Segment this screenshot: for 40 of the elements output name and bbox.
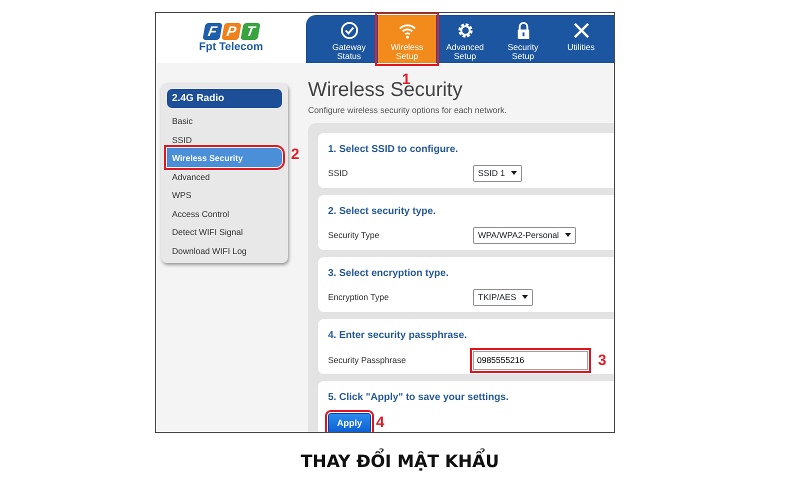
check-circle-icon [340,21,358,40]
sidebar-item[interactable]: Access Control [167,204,282,222]
step-number: 3 [598,352,606,368]
sidebar-item[interactable]: Advanced [167,166,282,185]
field-label: Security Type [328,228,380,242]
section-heading: 1. Select SSID to configure. [328,142,460,157]
logo-letter: P [221,23,241,40]
page-title: Wireless Security [308,80,464,100]
field-label: Security Passphrase [328,354,407,366]
field-label: Encryption Type [328,290,390,304]
section-heading: 3. Select encryption type. [328,266,450,281]
section-heading: 4. Enter security passphrase. [328,328,468,343]
page-subtitle: Configure wireless security options for each network. [308,104,508,117]
caret-icon [522,295,528,300]
caret-icon [510,171,517,176]
dropdown[interactable]: SSID 1 [473,164,522,182]
section-heading: 5. Click "Apply" to save your settings. [328,390,510,405]
sidebar-item[interactable]: Basic [167,111,282,130]
logo-letter: T [240,23,260,40]
sidebar-item[interactable]: Detect WIFI Signal [167,222,282,240]
sidebar-item[interactable]: WPS [167,185,282,204]
dropdown[interactable]: TKIP/AES [473,288,534,306]
caption: THAY ĐỔI MẬT KHẨU [0,450,800,476]
dropdown[interactable]: WPA/WPA2-Personal [473,226,576,244]
field-label: SSID [328,166,349,180]
sidebar-item[interactable]: SSID [167,130,282,148]
sidebar-heading: 2.4G Radio [167,89,282,108]
logo-text: Fpt Telecom [199,42,263,53]
section-heading: 2. Select security type. [328,204,437,219]
logo-letter: F [202,23,222,40]
caret-icon [564,233,571,238]
step-number: 2 [291,147,300,162]
nav-tab[interactable]: Security Setup [494,15,552,63]
nav-tab[interactable]: Gateway Status [320,15,378,63]
gear-icon [456,21,474,40]
apply-button[interactable]: Apply [328,412,372,432]
step-number: 4 [376,414,384,430]
nav-tab[interactable]: Utilities [552,15,610,63]
nav-tab[interactable]: Advanced Setup [436,15,494,63]
sidebar-item[interactable]: Download WIFI Log [167,240,282,259]
